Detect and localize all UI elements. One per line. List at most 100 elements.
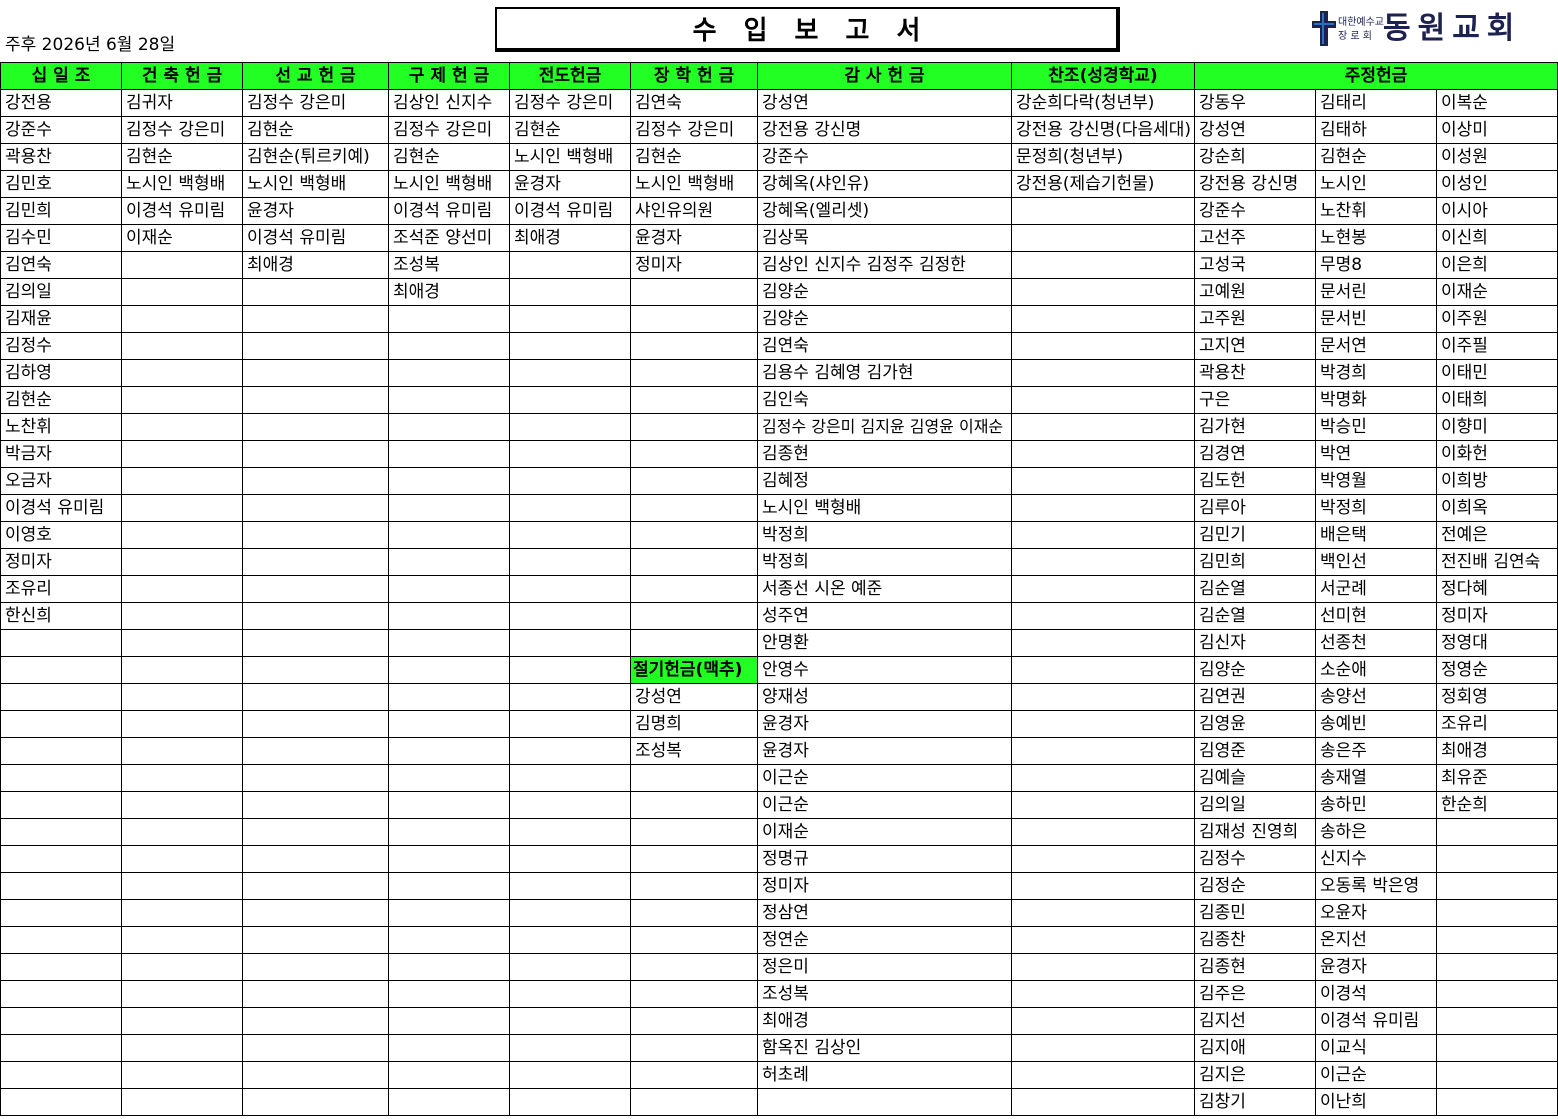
- donor-cell: 김의일: [1, 279, 122, 306]
- donor-cell: 이경석 유미림: [243, 225, 389, 252]
- donor-cell: 구은: [1195, 387, 1316, 414]
- church-name: 동원교회: [1383, 11, 1522, 46]
- donor-cell: 강성연: [758, 90, 1012, 117]
- donor-cell: 박영월: [1316, 468, 1437, 495]
- empty-cell: [389, 441, 510, 468]
- donor-name: 정미자: [5, 551, 52, 572]
- donor-cell: 김양순: [758, 306, 1012, 333]
- donor-name: 정연순: [762, 929, 809, 950]
- donor-name: 이경석 유미림: [247, 227, 347, 248]
- donor-name: 송하민: [1320, 794, 1367, 815]
- donor-name: 소순애: [1320, 659, 1367, 680]
- donor-name: 이근순: [762, 767, 809, 788]
- empty-cell: [510, 468, 631, 495]
- empty-cell: [122, 387, 243, 414]
- donor-cell: 김창기: [1195, 1089, 1316, 1116]
- donor-name: 김하영: [5, 362, 52, 383]
- donor-name: 이경석 유미림: [1320, 1010, 1420, 1031]
- empty-cell: [122, 1089, 243, 1116]
- donor-cell: 김지애: [1195, 1035, 1316, 1062]
- empty-cell: [389, 1035, 510, 1062]
- donor-cell: 안영수: [758, 657, 1012, 684]
- donor-name: 김의일: [5, 281, 52, 302]
- empty-cell: [122, 738, 243, 765]
- donor-name: 박승민: [1320, 416, 1367, 437]
- empty-cell: [389, 981, 510, 1008]
- donor-name: 김현순: [635, 146, 682, 167]
- empty-cell: [122, 441, 243, 468]
- donor-name: 김정수 강은미: [247, 92, 347, 113]
- donor-cell: 최애경: [510, 225, 631, 252]
- empty-cell: [510, 819, 631, 846]
- empty-cell: [122, 1008, 243, 1035]
- empty-cell: [631, 576, 758, 603]
- donor-name: 이경석 유미림: [514, 200, 614, 221]
- donor-cell: 안명환: [758, 630, 1012, 657]
- empty-cell: [510, 657, 631, 684]
- empty-cell: [1012, 414, 1195, 441]
- empty-cell: [243, 495, 389, 522]
- empty-cell: [1, 630, 122, 657]
- column-header: 감 사 헌 금: [758, 63, 1012, 90]
- empty-cell: [389, 765, 510, 792]
- donor-name: 이상미: [1441, 119, 1488, 140]
- donor-name: 박명화: [1320, 389, 1367, 410]
- empty-cell: [122, 846, 243, 873]
- donor-cell: 김혜정: [758, 468, 1012, 495]
- empty-cell: [243, 765, 389, 792]
- donor-cell: 최애경: [389, 279, 510, 306]
- donor-cell: 김주은: [1195, 981, 1316, 1008]
- donor-cell: 정미자: [758, 873, 1012, 900]
- donor-name: 구은: [1199, 389, 1231, 410]
- donor-name: 이영호: [5, 524, 52, 545]
- donor-name: 고주원: [1199, 308, 1246, 329]
- donor-cell: 조성복: [389, 252, 510, 279]
- column-header: 십 일 조: [1, 63, 122, 90]
- donor-name: 김현순: [514, 119, 561, 140]
- donor-name: 조유리: [5, 578, 52, 599]
- donor-name: 안영수: [762, 659, 809, 680]
- empty-cell: [631, 603, 758, 630]
- donor-name: 김의일: [1199, 794, 1246, 815]
- donor-cell: 강준수: [1, 117, 122, 144]
- empty-cell: [1, 1062, 122, 1089]
- donor-cell: 김재윤: [1, 306, 122, 333]
- empty-cell: [122, 576, 243, 603]
- empty-cell: [510, 1008, 631, 1035]
- donor-name: 김용수 김혜영 김가현: [762, 362, 914, 383]
- donor-name: 김양순: [762, 281, 809, 302]
- donor-cell: 윤경자: [758, 711, 1012, 738]
- donor-cell: 강동우: [1195, 90, 1316, 117]
- empty-cell: [1012, 684, 1195, 711]
- empty-cell: [1437, 819, 1558, 846]
- donor-cell: 문서빈: [1316, 306, 1437, 333]
- donor-cell: 윤경자: [1316, 954, 1437, 981]
- empty-cell: [631, 1008, 758, 1035]
- donor-name: 정명규: [762, 848, 809, 869]
- empty-cell: [510, 981, 631, 1008]
- donor-name: 전예은: [1441, 524, 1488, 545]
- donor-cell: 정연순: [758, 927, 1012, 954]
- donor-cell: 정은미: [758, 954, 1012, 981]
- donor-cell: 김정수 강은미: [631, 117, 758, 144]
- donor-cell: 노시인 백형배: [122, 171, 243, 198]
- donor-name: 전진배 김연숙: [1441, 551, 1541, 572]
- empty-cell: [243, 819, 389, 846]
- donor-name: 김순열: [1199, 578, 1246, 599]
- donor-cell: 정미자: [1437, 603, 1558, 630]
- donor-cell: 전진배 김연숙: [1437, 549, 1558, 576]
- empty-cell: [631, 441, 758, 468]
- empty-cell: [1012, 495, 1195, 522]
- donor-cell: 정회영: [1437, 684, 1558, 711]
- empty-cell: [243, 1089, 389, 1116]
- donor-cell: 김순열: [1195, 603, 1316, 630]
- empty-cell: [1012, 927, 1195, 954]
- empty-cell: [243, 279, 389, 306]
- donor-name: 김태하: [1320, 119, 1367, 140]
- empty-cell: [631, 360, 758, 387]
- donor-name: 조성복: [762, 983, 809, 1004]
- donor-cell: 백인선: [1316, 549, 1437, 576]
- donor-name: 김연숙: [635, 92, 682, 113]
- empty-cell: [243, 1035, 389, 1062]
- donor-cell: 노찬휘: [1, 414, 122, 441]
